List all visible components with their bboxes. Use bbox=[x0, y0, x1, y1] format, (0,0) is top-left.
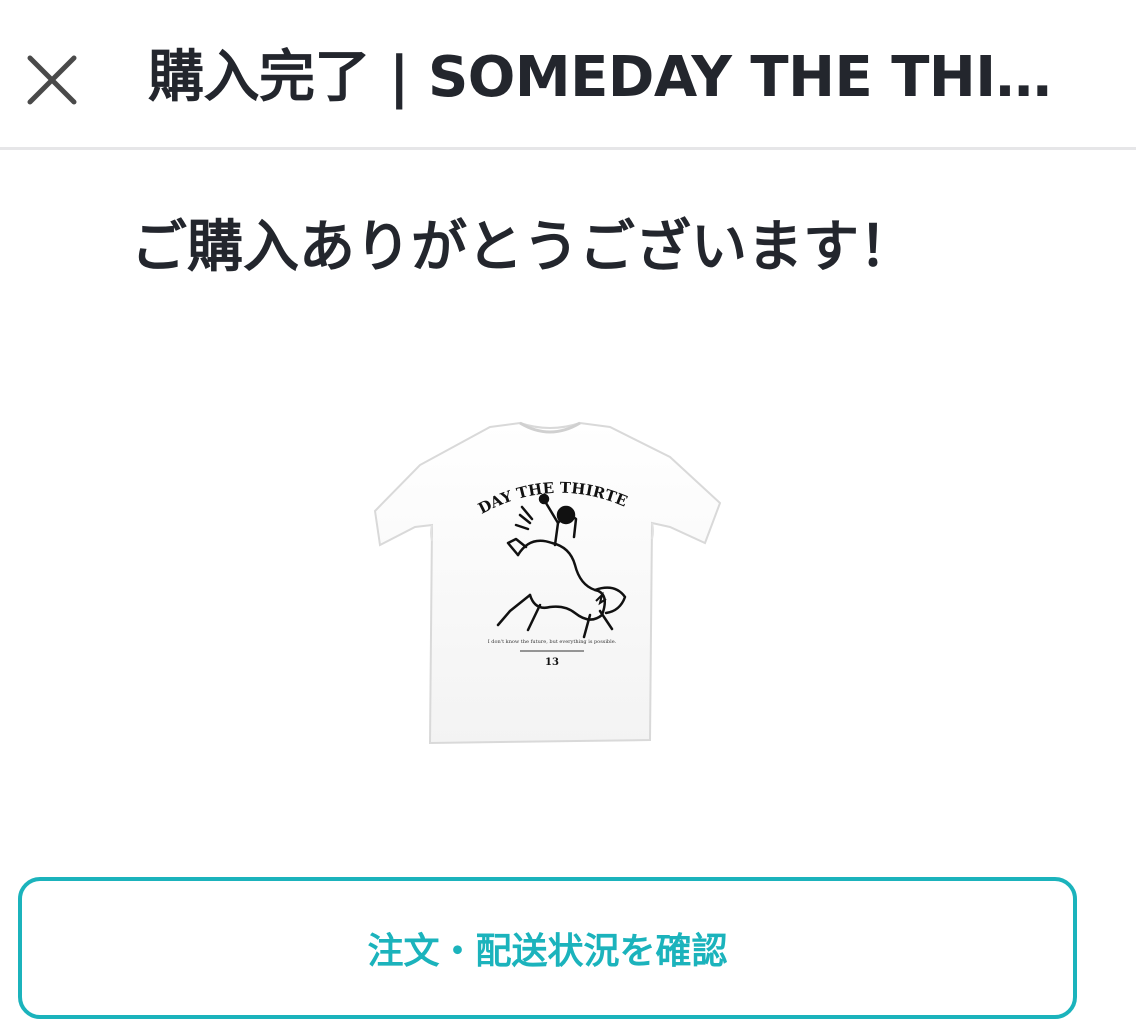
svg-text:13: 13 bbox=[545, 657, 559, 668]
product-image: SOMEDAY THE THIRTEENTH I don't know the … bbox=[362, 401, 730, 750]
svg-text:I don't know the future, but e: I don't know the future, but everything … bbox=[488, 639, 617, 645]
order-status-button[interactable]: 注文・配送状況を確認 bbox=[18, 877, 1077, 1019]
app-header: 購入完了 | SOMEDAY THE THIRTEENTH bbox=[0, 0, 1136, 150]
thanks-message: ご購入ありがとうございます！ bbox=[131, 215, 915, 280]
close-button[interactable] bbox=[14, 42, 90, 118]
page-title: 購入完了 | SOMEDAY THE THIRTEENTH bbox=[148, 45, 1078, 110]
close-icon bbox=[27, 55, 77, 105]
